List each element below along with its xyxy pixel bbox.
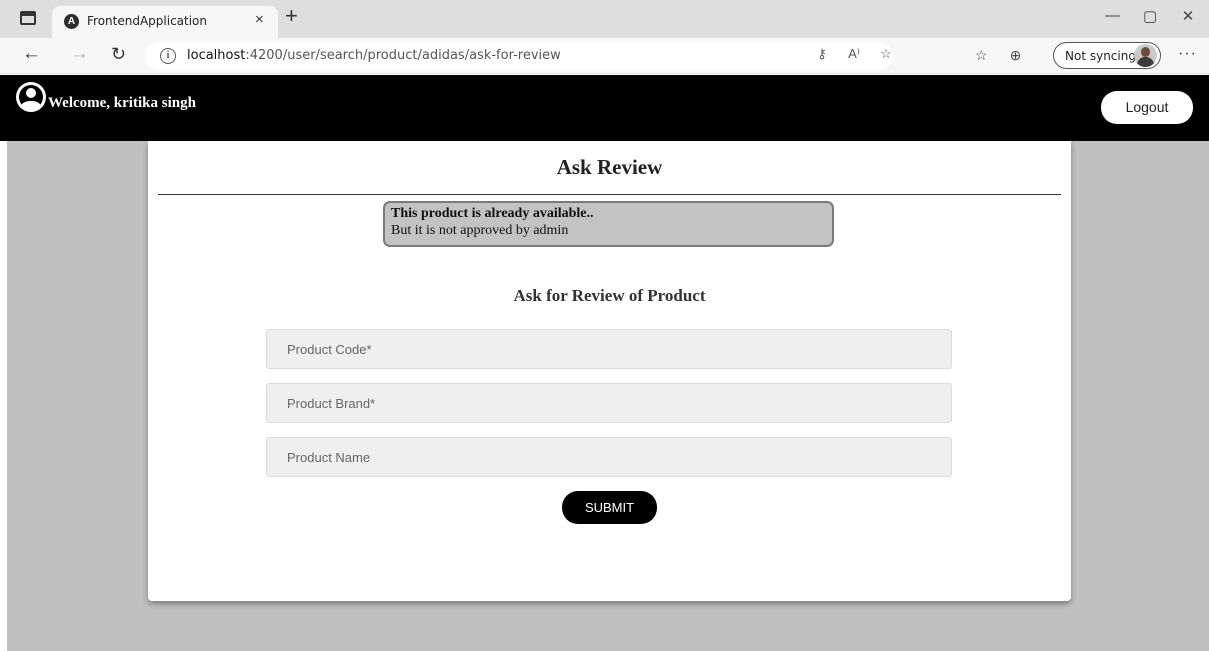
user-circle-icon xyxy=(16,82,46,112)
tab-title: FrontendApplication xyxy=(87,14,208,28)
submit-button[interactable]: SUBMIT xyxy=(562,491,657,524)
browser-tab-strip: A FrontendApplication × + — ▢ ✕ xyxy=(0,0,1209,38)
ask-review-card: Ask Review This product is already avail… xyxy=(148,141,1071,601)
sidebar-icon[interactable] xyxy=(20,11,36,25)
browser-navbar: ← → ↻ i localhost:4200/user/search/produ… xyxy=(0,38,1209,74)
sync-label: Not syncing xyxy=(1065,49,1136,63)
angular-favicon-icon: A xyxy=(64,14,79,29)
read-aloud-icon[interactable]: A⁾ xyxy=(847,46,861,62)
address-bar[interactable]: i localhost:4200/user/search/product/adi… xyxy=(145,42,893,70)
minimize-icon[interactable]: — xyxy=(1105,7,1120,25)
browser-tab[interactable]: A FrontendApplication × xyxy=(52,6,278,38)
favorite-add-icon[interactable]: ☆ xyxy=(879,46,893,62)
url-text[interactable]: localhost:4200/user/search/product/adida… xyxy=(187,48,561,63)
address-bar-icons: ⚷ A⁾ ☆ xyxy=(815,46,893,62)
welcome-text: Welcome, kritika singh xyxy=(48,95,196,111)
close-window-icon[interactable]: ✕ xyxy=(1181,7,1195,25)
forward-arrow-icon[interactable]: → xyxy=(70,43,89,65)
alert-title: This product is already available.. xyxy=(391,206,594,221)
status-alert: This product is already available.. But … xyxy=(383,201,834,247)
url-path: :4200/user/search/product/adidas/ask-for… xyxy=(245,48,561,63)
alert-message: But it is not approved by admin xyxy=(391,223,569,238)
refresh-icon[interactable]: ↻ xyxy=(111,44,126,65)
favorites-icon[interactable]: ☆ xyxy=(975,47,988,64)
collections-icon[interactable]: ⊕ xyxy=(1010,47,1022,64)
page-title: Ask Review xyxy=(556,155,663,179)
url-host: localhost xyxy=(187,48,246,63)
toolbar-icons: ☆ ⊕ xyxy=(975,47,1021,64)
window-controls: — ▢ ✕ xyxy=(1105,7,1195,25)
back-arrow-icon[interactable]: ← xyxy=(22,43,41,65)
divider xyxy=(158,194,1061,195)
more-icon[interactable]: ··· xyxy=(1178,45,1197,63)
info-icon[interactable]: i xyxy=(160,48,176,64)
new-tab-button[interactable]: + xyxy=(285,5,298,27)
profile-sync-button[interactable]: Not syncing xyxy=(1053,42,1161,69)
form-heading: Ask for Review of Product xyxy=(513,286,706,305)
product-name-input[interactable] xyxy=(266,437,952,477)
restore-icon[interactable]: ▢ xyxy=(1143,7,1157,25)
key-icon[interactable]: ⚷ xyxy=(815,46,829,62)
logout-button[interactable]: Logout xyxy=(1101,91,1193,124)
app-header: Welcome, kritika singh Logout xyxy=(0,75,1209,141)
tab-close-icon[interactable]: × xyxy=(255,11,264,28)
product-brand-input[interactable] xyxy=(266,383,952,423)
profile-avatar-icon xyxy=(1134,44,1157,67)
product-code-input[interactable] xyxy=(266,329,952,369)
